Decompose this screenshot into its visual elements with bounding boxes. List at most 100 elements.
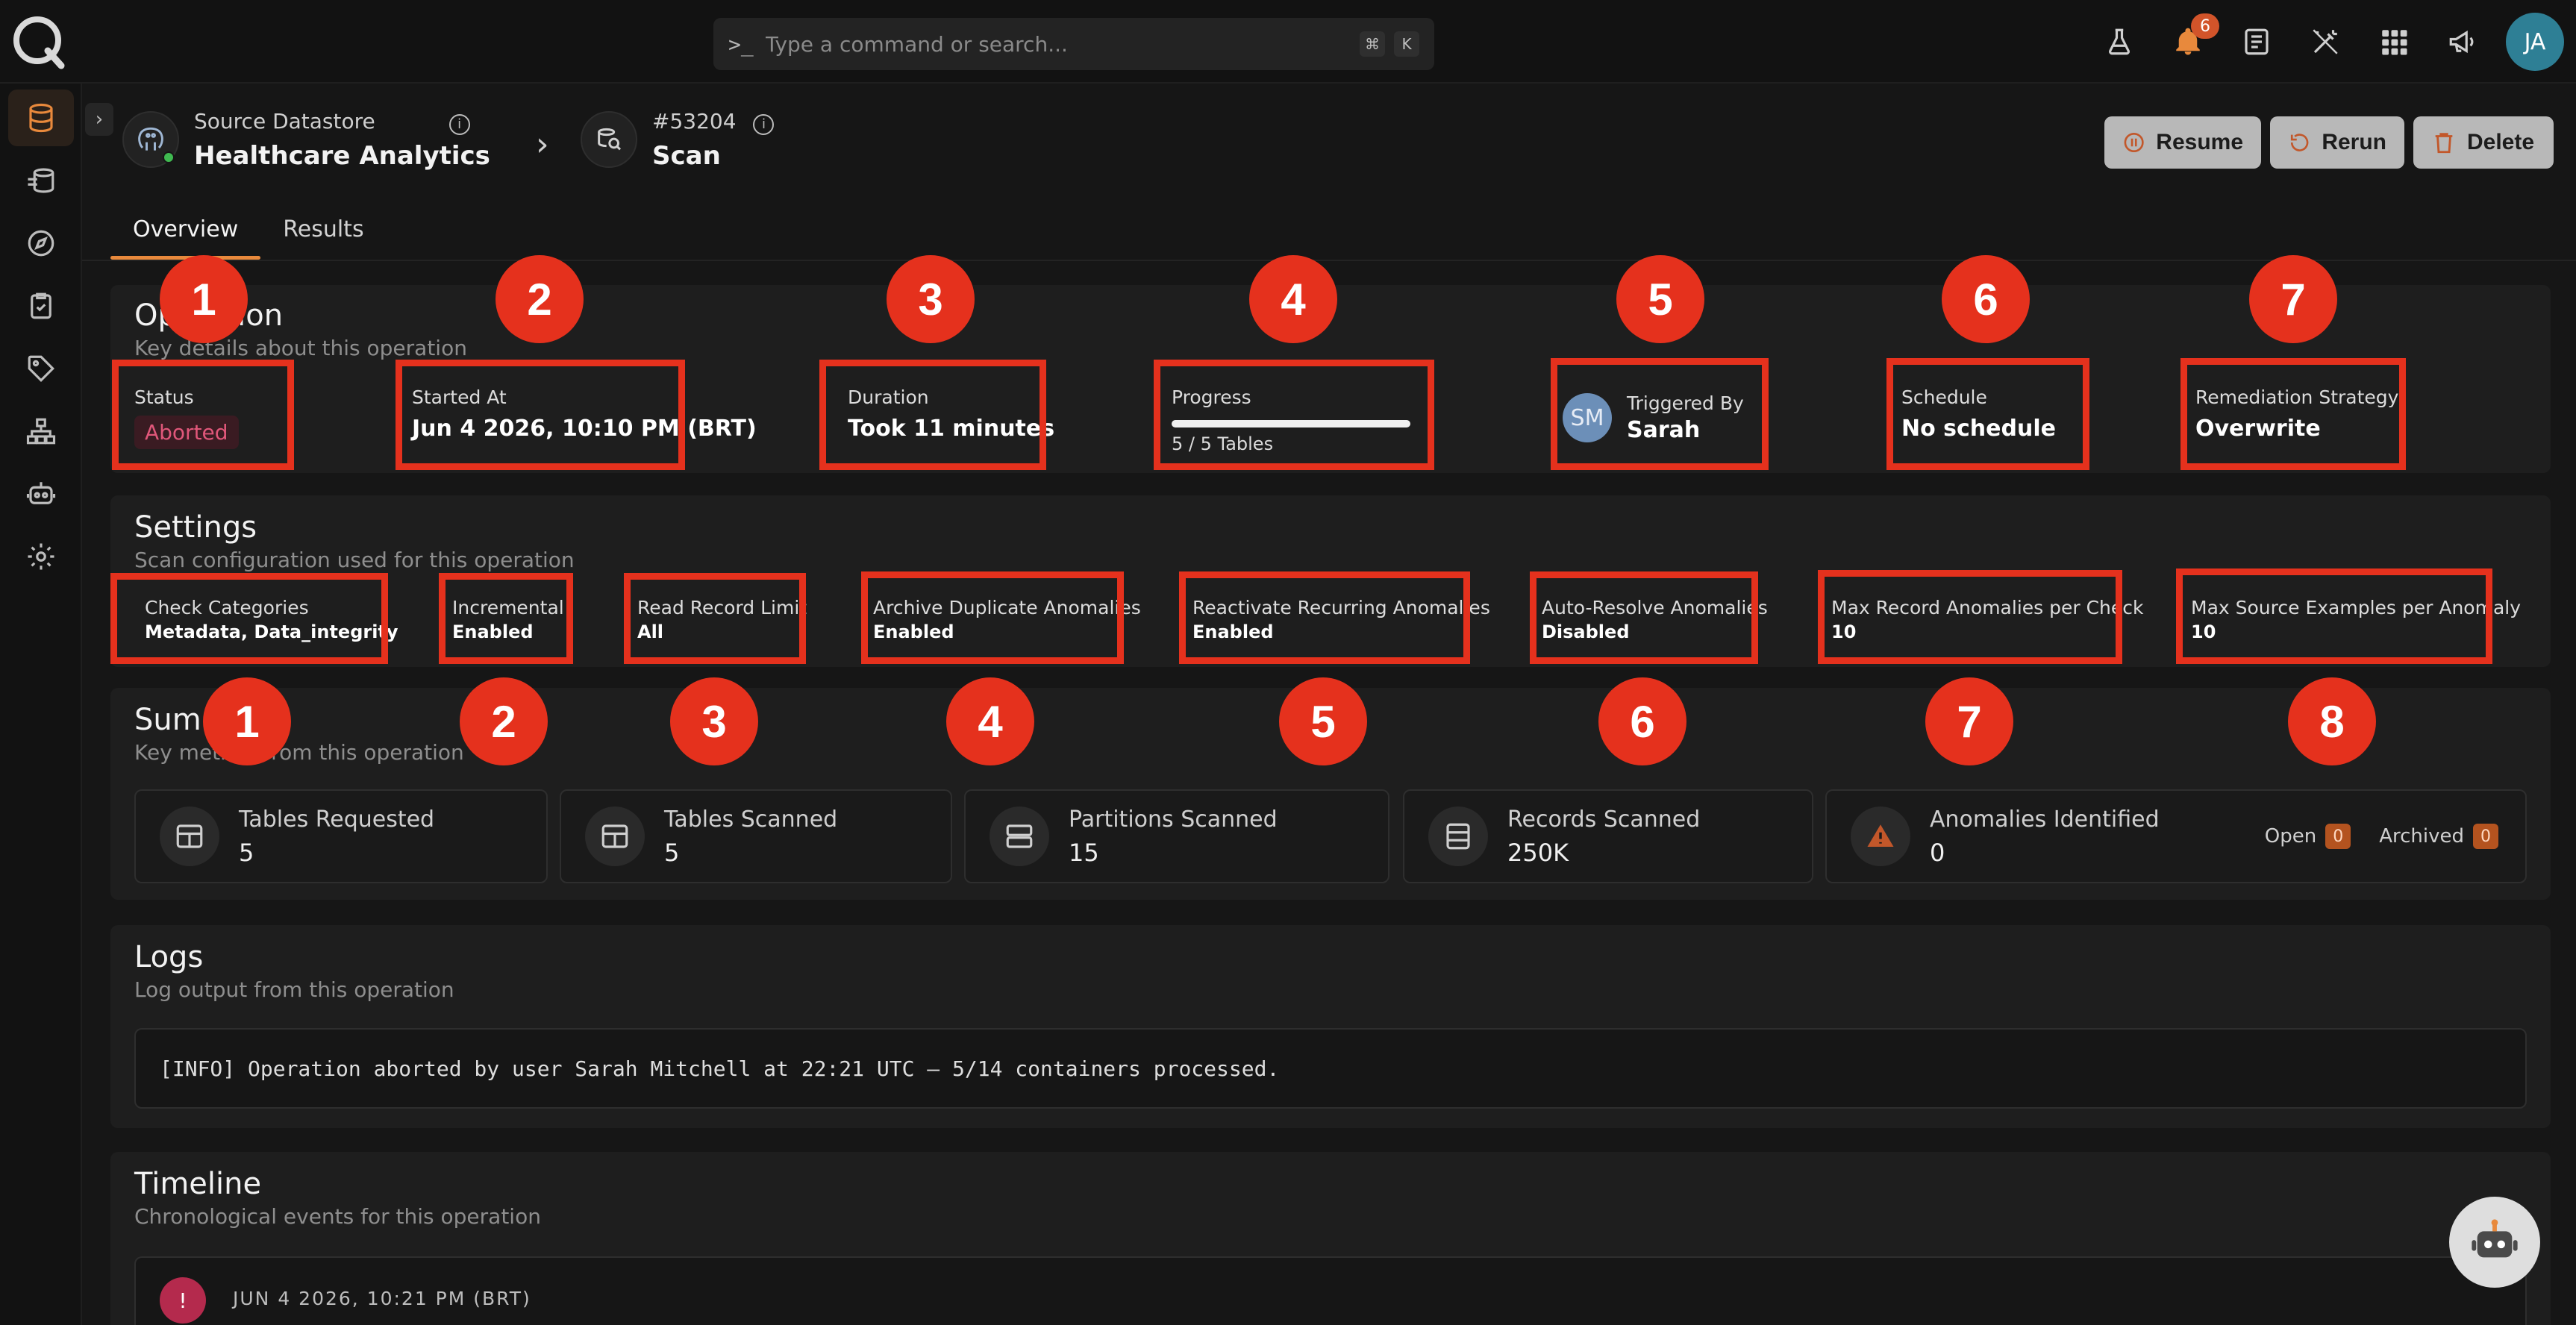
rerun-button[interactable]: Rerun bbox=[2270, 116, 2404, 169]
sidebar-item-tags[interactable] bbox=[8, 340, 74, 397]
annotation-box bbox=[396, 360, 685, 470]
open-label: Open bbox=[2264, 825, 2317, 848]
command-search[interactable]: >_ ⌘ K bbox=[713, 18, 1434, 70]
metric-value: 5 bbox=[664, 838, 680, 867]
annotation-box bbox=[2176, 568, 2492, 664]
metric-label: Tables Scanned bbox=[664, 806, 838, 833]
annotation-marker: 5 bbox=[1616, 255, 1704, 343]
sidebar-item-checks[interactable] bbox=[8, 278, 74, 334]
annotation-marker: 7 bbox=[1925, 677, 2013, 765]
log-output: [INFO] Operation aborted by user Sarah M… bbox=[134, 1028, 2527, 1109]
annotation-box bbox=[1154, 360, 1434, 470]
annotation-box bbox=[624, 573, 806, 664]
resume-label: Resume bbox=[2156, 130, 2243, 154]
timeline-subtitle: Chronological events for this operation bbox=[134, 1204, 541, 1229]
tab-overview[interactable]: Overview bbox=[110, 206, 261, 260]
resume-icon bbox=[2124, 132, 2144, 153]
sidebar-item-enrichment[interactable] bbox=[8, 152, 74, 209]
sidebar-item-hierarchy[interactable] bbox=[8, 403, 74, 460]
kbd-cmd: ⌘ bbox=[1360, 31, 1385, 57]
left-sidebar bbox=[0, 84, 82, 1325]
annotation-marker: 5 bbox=[1279, 677, 1367, 765]
annotation-marker: 6 bbox=[1942, 255, 2030, 343]
search-input[interactable] bbox=[765, 31, 1351, 57]
database-icon bbox=[29, 103, 53, 133]
delete-label: Delete bbox=[2467, 130, 2535, 154]
annotation-box bbox=[819, 360, 1046, 470]
apps-grid-icon[interactable] bbox=[2360, 0, 2428, 84]
annotation-marker: 8 bbox=[2288, 677, 2376, 765]
records-icon bbox=[1428, 806, 1488, 866]
app-logo-icon[interactable] bbox=[10, 13, 67, 70]
metric-value: 250K bbox=[1507, 838, 1569, 867]
sidebar-item-explore[interactable] bbox=[8, 215, 74, 272]
sidebar-expand-button[interactable]: › bbox=[85, 103, 113, 136]
flask-icon[interactable] bbox=[2085, 0, 2154, 84]
annotation-marker: 2 bbox=[460, 677, 548, 765]
metric-value: 0 bbox=[1930, 838, 1945, 867]
archived-anomalies[interactable]: Archived 0 bbox=[2379, 824, 2498, 849]
tab-bar: Overview Results bbox=[110, 206, 387, 260]
logs-title: Logs bbox=[134, 940, 204, 974]
datastore-label: Source Datastore bbox=[194, 109, 375, 134]
kbd-k: K bbox=[1394, 31, 1419, 57]
user-avatar[interactable]: JA bbox=[2506, 13, 2564, 71]
annotation-marker: 7 bbox=[2249, 255, 2337, 343]
settings-title: Settings bbox=[134, 510, 257, 545]
clipboard-check-icon bbox=[31, 292, 51, 319]
trash-icon bbox=[2435, 133, 2453, 154]
alert-circle-icon: ! bbox=[160, 1277, 206, 1324]
breadcrumb-datastore[interactable]: Source Datastore i Healthcare Analytics bbox=[122, 109, 490, 171]
tab-results[interactable]: Results bbox=[260, 206, 386, 260]
metric-tables-scanned: Tables Scanned 5 bbox=[560, 789, 952, 883]
postgres-datastore-icon bbox=[122, 111, 179, 169]
magic-wand-icon[interactable] bbox=[2291, 0, 2360, 84]
sidebar-item-settings[interactable] bbox=[8, 528, 74, 585]
document-icon[interactable] bbox=[2222, 0, 2291, 84]
annotation-box bbox=[110, 573, 388, 664]
metric-records-scanned: Records Scanned 250K bbox=[1403, 789, 1813, 883]
annotation-box bbox=[439, 573, 573, 664]
status-online-dot bbox=[163, 151, 175, 164]
annotation-box bbox=[1818, 570, 2122, 664]
robot-icon bbox=[2472, 1219, 2518, 1258]
metric-label: Anomalies Identified bbox=[1930, 806, 2160, 833]
metric-value: 5 bbox=[239, 838, 254, 867]
partitions-icon bbox=[990, 806, 1049, 866]
compass-icon bbox=[28, 230, 54, 257]
sitemap-icon bbox=[26, 418, 56, 445]
datastore-name: Healthcare Analytics bbox=[194, 140, 490, 171]
bell-icon[interactable]: 6 bbox=[2154, 0, 2222, 84]
resume-button[interactable]: Resume bbox=[2104, 116, 2261, 169]
open-anomalies[interactable]: Open 0 bbox=[2265, 824, 2351, 849]
annotation-box bbox=[112, 360, 294, 470]
annotation-box bbox=[1530, 571, 1758, 664]
sidebar-item-datastores[interactable] bbox=[8, 90, 74, 146]
gear-icon bbox=[28, 543, 54, 570]
annotation-marker: 3 bbox=[887, 255, 975, 343]
info-icon[interactable]: i bbox=[448, 113, 470, 135]
operation-subtitle: Key details about this operation bbox=[134, 336, 467, 360]
timeline-event-date: JUN 4 2026, 10:21 PM (BRT) bbox=[233, 1288, 531, 1309]
metric-label: Records Scanned bbox=[1507, 806, 1701, 833]
metric-value: 15 bbox=[1069, 838, 1099, 867]
metric-tables-requested: Tables Requested 5 bbox=[134, 789, 548, 883]
assistant-bot-button[interactable] bbox=[2449, 1197, 2540, 1288]
annotation-box bbox=[1886, 358, 2089, 470]
annotation-box bbox=[1179, 571, 1470, 664]
annotation-box bbox=[861, 571, 1124, 664]
annotation-box bbox=[1551, 358, 1769, 470]
metric-partitions-scanned: Partitions Scanned 15 bbox=[964, 789, 1389, 883]
archived-label: Archived bbox=[2379, 825, 2464, 848]
table-icon bbox=[160, 806, 219, 866]
annotation-marker: 6 bbox=[1598, 677, 1686, 765]
top-bar: >_ ⌘ K 6 JA bbox=[0, 0, 2576, 84]
megaphone-icon[interactable] bbox=[2428, 0, 2497, 84]
sidebar-item-agents[interactable] bbox=[8, 466, 74, 522]
settings-subtitle: Scan configuration used for this operati… bbox=[134, 548, 575, 572]
info-icon[interactable]: i bbox=[753, 113, 775, 135]
annotation-marker: 3 bbox=[670, 677, 758, 765]
tab-divider bbox=[82, 260, 2576, 261]
delete-button[interactable]: Delete bbox=[2413, 116, 2554, 169]
annotation-marker: 4 bbox=[1249, 255, 1337, 343]
